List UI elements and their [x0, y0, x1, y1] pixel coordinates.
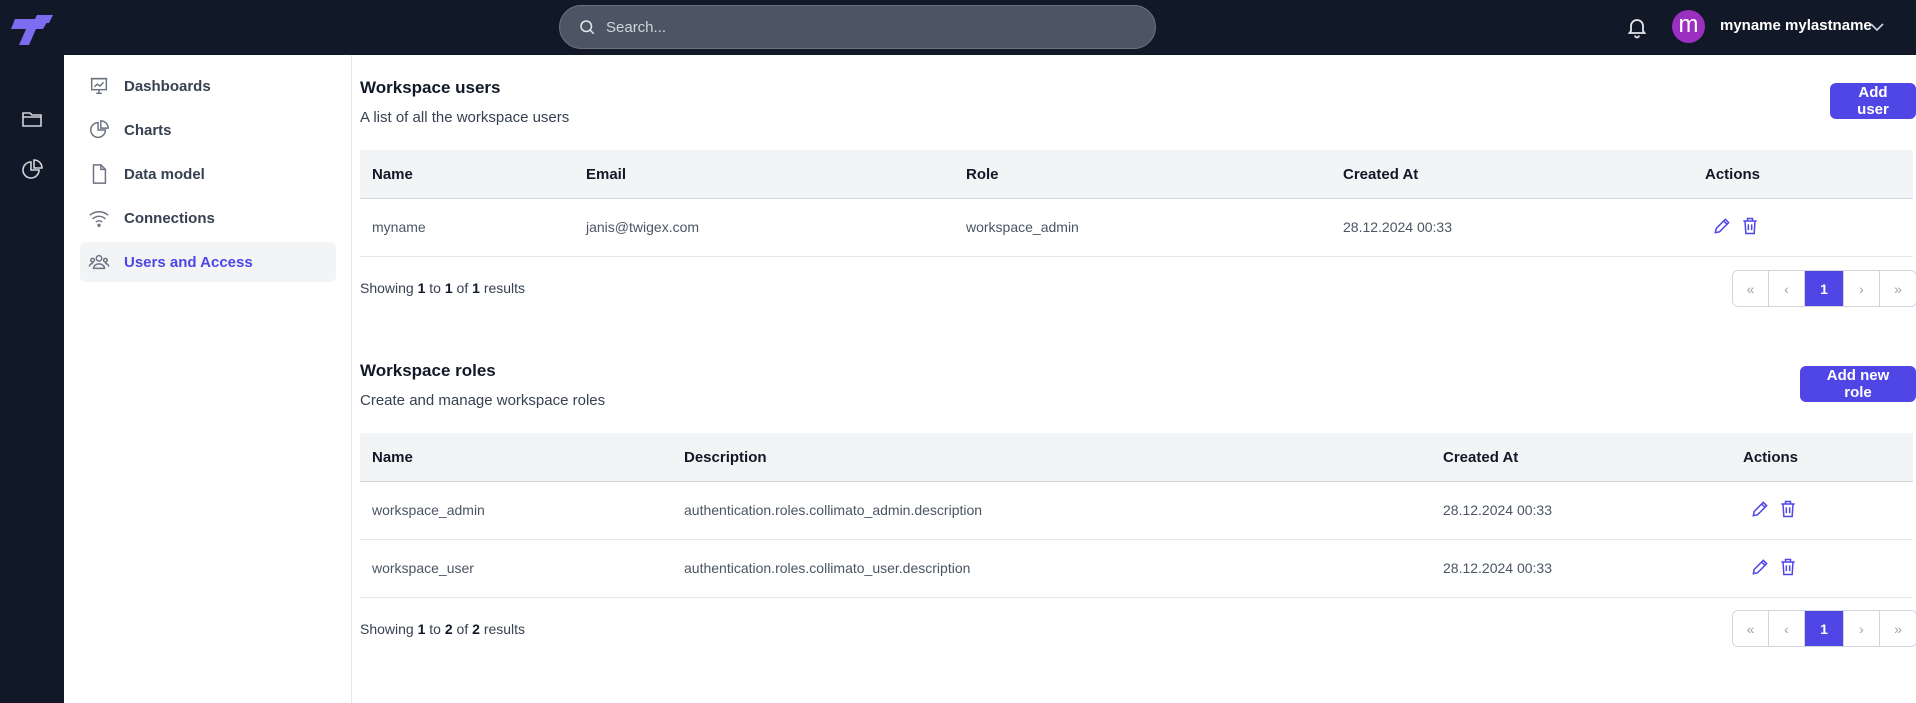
column-header-email[interactable]: Email — [586, 166, 626, 183]
page-number-button[interactable]: 1 — [1805, 611, 1844, 646]
role-created-cell: 28.12.2024 00:33 — [1443, 560, 1552, 576]
sidebar: Dashboards Charts Data model Connections… — [64, 55, 352, 703]
sidebar-item-charts[interactable]: Charts — [80, 110, 336, 150]
document-icon — [92, 164, 107, 184]
left-rail — [0, 55, 64, 703]
sidebar-item-dashboards[interactable]: Dashboards — [80, 66, 336, 106]
sidebar-item-label: Dashboards — [124, 77, 211, 95]
roles-table-header: Name Description Created At Actions — [360, 433, 1913, 482]
next-page-icon[interactable]: › — [1844, 611, 1880, 646]
sidebar-item-data-model[interactable]: Data model — [80, 154, 336, 194]
column-header-name[interactable]: Name — [372, 449, 413, 466]
chevron-down-icon[interactable] — [1868, 19, 1886, 35]
folder-icon[interactable] — [20, 107, 44, 131]
edit-pencil-icon[interactable] — [1712, 216, 1732, 236]
previous-page-icon[interactable]: ‹ — [1769, 271, 1805, 306]
sidebar-item-label: Data model — [124, 165, 205, 183]
add-role-button[interactable]: Add new role — [1800, 366, 1916, 402]
app-logo[interactable] — [9, 13, 55, 47]
pie-chart-icon — [90, 120, 109, 139]
user-email-cell: janis@twigex.com — [586, 219, 700, 235]
search-bar[interactable] — [559, 5, 1156, 49]
trash-icon[interactable] — [1778, 557, 1798, 577]
last-page-icon[interactable]: » — [1880, 611, 1916, 646]
column-header-description[interactable]: Description — [684, 449, 767, 466]
edit-pencil-icon[interactable] — [1750, 557, 1770, 577]
table-row: workspace_admin authentication.roles.col… — [360, 482, 1913, 540]
column-header-actions: Actions — [1705, 166, 1761, 183]
first-page-icon[interactable]: « — [1733, 271, 1769, 306]
role-created-cell: 28.12.2024 00:33 — [1443, 502, 1552, 518]
next-page-icon[interactable]: › — [1844, 271, 1880, 306]
avatar[interactable]: m — [1672, 10, 1705, 43]
column-header-name[interactable]: Name — [372, 166, 413, 183]
sidebar-item-label: Charts — [124, 121, 172, 139]
top-bar: m myname mylastname — [0, 0, 1916, 55]
column-header-actions: Actions — [1743, 449, 1799, 466]
column-header-created-at[interactable]: Created At — [1343, 166, 1418, 183]
trash-icon[interactable] — [1740, 216, 1760, 236]
column-header-role[interactable]: Role — [966, 166, 999, 183]
trash-icon[interactable] — [1778, 499, 1798, 519]
search-icon — [580, 20, 595, 35]
previous-page-icon[interactable]: ‹ — [1769, 611, 1805, 646]
sidebar-item-label: Connections — [124, 209, 215, 227]
column-header-created-at[interactable]: Created At — [1443, 449, 1518, 466]
role-name-cell: workspace_user — [372, 560, 474, 576]
last-page-icon[interactable]: » — [1880, 271, 1916, 306]
first-page-icon[interactable]: « — [1733, 611, 1769, 646]
table-row: myname janis@twigex.com workspace_admin … — [360, 199, 1913, 257]
presentation-chart-icon — [90, 77, 108, 95]
users-group-icon — [88, 254, 110, 270]
pie-chart-icon[interactable] — [20, 158, 44, 182]
users-results-summary: Showing 1 to 1 of 1 results — [360, 280, 526, 296]
users-pagination: « ‹ 1 › » — [1732, 270, 1916, 307]
role-description-cell: authentication.roles.collimato_admin.des… — [684, 502, 983, 518]
edit-pencil-icon[interactable] — [1750, 499, 1770, 519]
users-section-subtitle: A list of all the workspace users — [360, 109, 570, 126]
roles-results-summary: Showing 1 to 2 of 2 results — [360, 621, 526, 637]
user-name-cell: myname — [372, 219, 426, 235]
role-description-cell: authentication.roles.collimato_user.desc… — [684, 560, 971, 576]
page-number-button[interactable]: 1 — [1805, 271, 1844, 306]
wifi-icon — [89, 211, 109, 227]
search-input[interactable] — [606, 18, 1106, 36]
roles-section-subtitle: Create and manage workspace roles — [360, 392, 606, 409]
user-name[interactable]: myname mylastname — [1720, 17, 1872, 34]
user-role-cell: workspace_admin — [966, 219, 1079, 235]
roles-pagination: « ‹ 1 › » — [1732, 610, 1916, 647]
roles-section-title: Workspace roles — [360, 361, 496, 380]
user-created-cell: 28.12.2024 00:33 — [1343, 219, 1452, 235]
role-name-cell: workspace_admin — [372, 502, 485, 518]
users-section-title: Workspace users — [360, 78, 501, 97]
sidebar-item-label: Users and Access — [124, 253, 253, 271]
users-table-header: Name Email Role Created At Actions — [360, 150, 1913, 199]
sidebar-item-users-and-access[interactable]: Users and Access — [80, 242, 336, 282]
table-row: workspace_user authentication.roles.coll… — [360, 540, 1913, 598]
notification-bell-icon[interactable] — [1625, 15, 1649, 39]
add-user-button[interactable]: Add user — [1830, 83, 1916, 119]
sidebar-item-connections[interactable]: Connections — [80, 198, 336, 238]
